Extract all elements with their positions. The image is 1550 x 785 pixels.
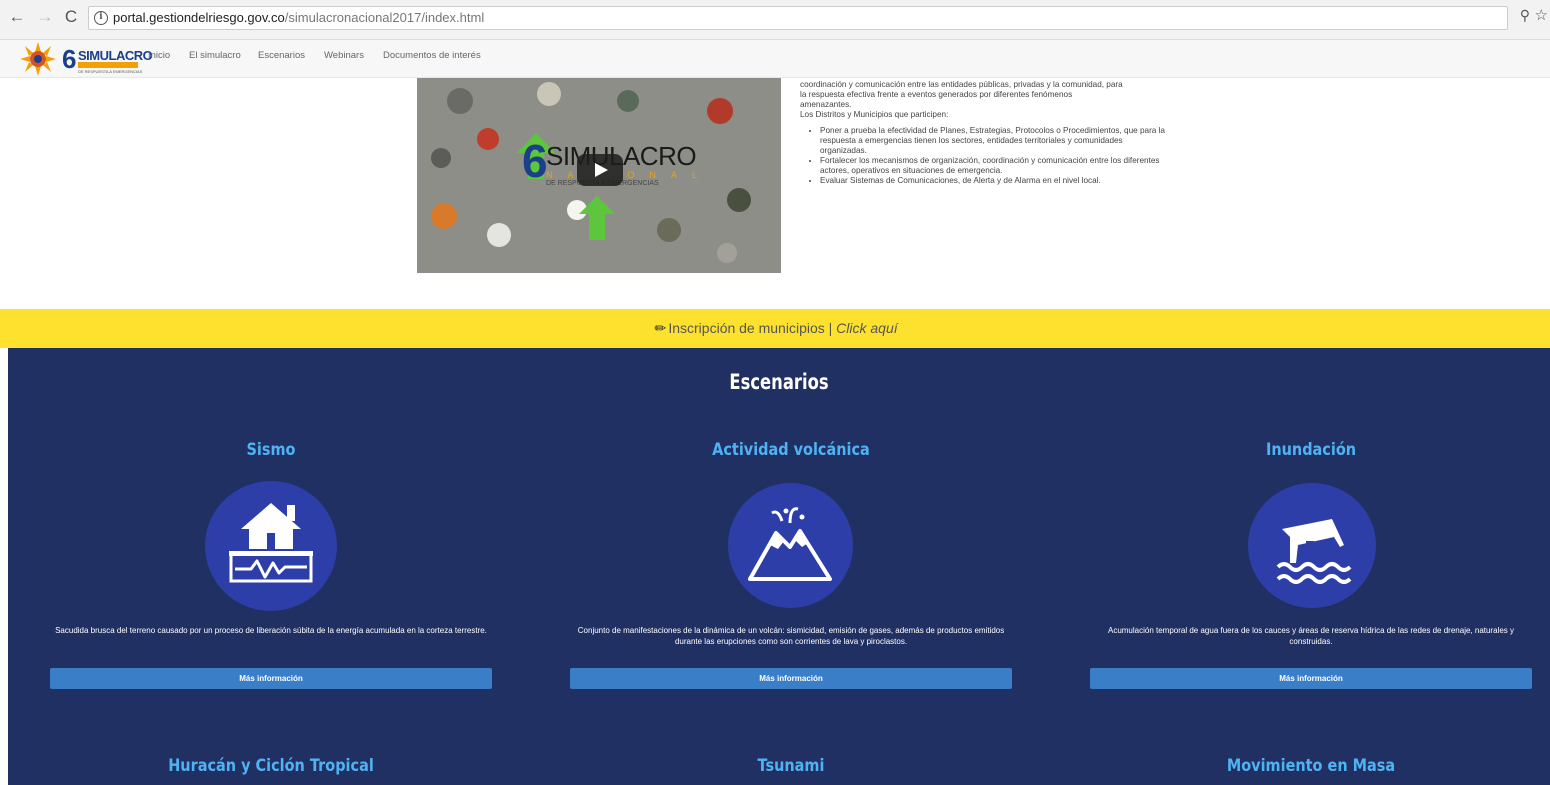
card-title[interactable]: Movimiento en Masa <box>1123 756 1499 776</box>
more-info-button[interactable]: Más información <box>570 668 1012 689</box>
banner-link[interactable]: Click aquí <box>836 320 897 336</box>
registration-banner[interactable]: ✏ Inscripción de municipios | Click aquí <box>0 309 1550 348</box>
volcano-icon <box>748 507 832 581</box>
more-info-button[interactable]: Más información <box>1090 668 1532 689</box>
info-icon[interactable]: i <box>94 11 108 25</box>
green-arrow-icon <box>579 196 615 240</box>
intro-bullet: Evaluar Sistemas de Comunicaciones, de A… <box>820 176 1170 186</box>
nav-item-webinars[interactable]: Webinars <box>324 50 364 61</box>
logo-word: SIMULACRO <box>78 48 153 63</box>
intro-bullets: Poner a prueba la efectividad de Planes,… <box>820 126 1170 186</box>
zoom-icon[interactable]: ⚲ <box>1520 7 1530 24</box>
intro-line: Los Distritos y Municipios que participe… <box>800 110 949 119</box>
card-title[interactable]: Sismo <box>83 440 459 460</box>
nav-item-el-simulacro[interactable]: El simulacro <box>189 50 241 61</box>
card-title[interactable]: Inundación <box>1123 440 1499 460</box>
card-title[interactable]: Actividad volcánica <box>603 440 979 460</box>
intro-line: coordinación y comunicación entre las en… <box>800 80 1123 89</box>
intro-line: amenazantes. <box>800 100 852 109</box>
nav-item-documentos[interactable]: Documentos de interés <box>383 50 481 61</box>
card-title[interactable]: Tsunami <box>603 756 979 776</box>
browser-toolbar: ← → C i portal.gestiondelriesgo.gov.co/s… <box>0 0 1550 40</box>
scenario-icon-circle[interactable] <box>728 483 853 608</box>
site-navbar: 6 SIMULACRO DE RESPUESTA A EMERGENCIAS I… <box>0 40 1550 78</box>
reload-icon[interactable]: C <box>60 6 82 28</box>
pencil-icon: ✏ <box>654 320 667 336</box>
intro-text: coordinación y comunicación entre las en… <box>800 80 1170 186</box>
video-logo-number: 6 <box>522 135 548 187</box>
card-description: Acumulación temporal de agua fuera de lo… <box>1107 626 1514 646</box>
nav-item-inicio[interactable]: Inicio <box>148 50 170 61</box>
promo-video[interactable]: 6 SIMULACRO NACIONAL DE RESPUESTA A EMER… <box>417 78 781 273</box>
scenario-icon-circle[interactable] <box>1248 483 1376 608</box>
card-description: Sacudida brusca del terreno causado por … <box>55 626 487 635</box>
escenarios-section: Escenarios Sismo Sacudida brusca del ter… <box>8 348 1550 785</box>
forward-icon[interactable]: → <box>34 6 56 28</box>
sun-logo-icon <box>20 42 56 76</box>
logo-number: 6 <box>62 44 77 74</box>
scenario-icon-circle[interactable] <box>205 481 337 611</box>
back-icon[interactable]: ← <box>6 6 28 28</box>
card-title[interactable]: Huracán y Ciclón Tropical <box>83 756 459 776</box>
intro-bullet: Poner a prueba la efectividad de Planes,… <box>820 126 1170 156</box>
logo-subtitle: DE RESPUESTA A EMERGENCIAS <box>78 69 143 74</box>
earthquake-house-icon <box>229 503 313 583</box>
url-host: portal.gestiondelriesgo.gov.co <box>113 10 285 25</box>
intro-bullet: Fortalecer los mecanismos de organizació… <box>820 156 1170 176</box>
banner-text: Inscripción de municipios | <box>668 320 837 336</box>
flood-house-icon <box>1276 519 1352 584</box>
logo-band <box>78 62 138 68</box>
nav-item-escenarios[interactable]: Escenarios <box>258 50 305 61</box>
more-info-button[interactable]: Más información <box>50 668 492 689</box>
address-bar[interactable]: i portal.gestiondelriesgo.gov.co/simulac… <box>88 6 1508 30</box>
section-title: Escenarios <box>729 370 829 394</box>
card-description: Conjunto de manifestaciones de la dinámi… <box>577 626 1005 646</box>
bookmark-star-icon[interactable]: ☆ <box>1535 6 1548 24</box>
intro-line: la respuesta efectiva frente a eventos g… <box>800 90 1073 99</box>
site-logo[interactable]: 6 SIMULACRO DE RESPUESTA A EMERGENCIAS <box>18 42 153 76</box>
url-path: /simulacronacional2017/index.html <box>284 10 485 25</box>
play-button-icon[interactable] <box>577 154 623 186</box>
